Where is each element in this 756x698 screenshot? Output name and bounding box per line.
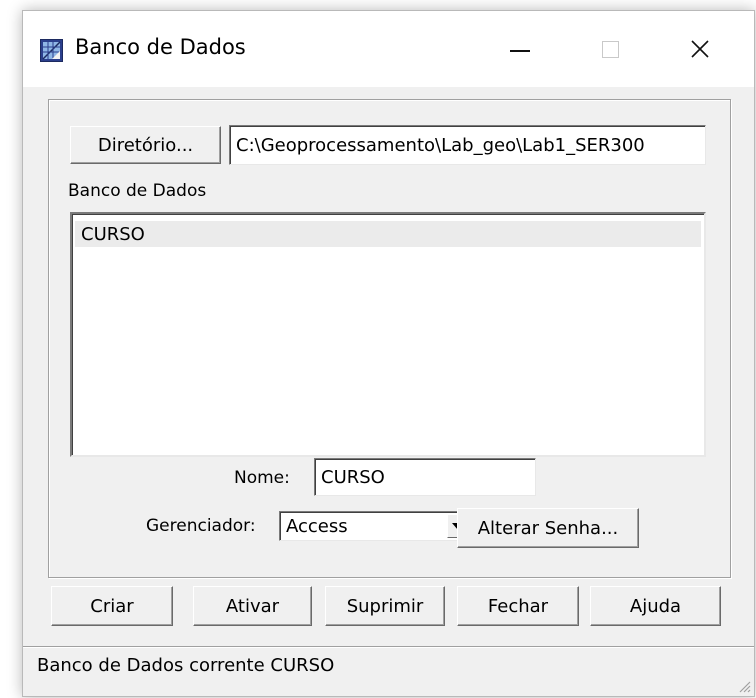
status-text: Banco de Dados corrente CURSO [37, 655, 335, 676]
maximize-icon [601, 40, 619, 58]
resize-grip-icon[interactable] [737, 679, 751, 693]
manager-label: Gerenciador: [146, 516, 256, 536]
manager-select[interactable]: Access [279, 511, 472, 541]
close-dialog-button[interactable]: Fechar [457, 586, 579, 626]
name-input[interactable]: CURSO [314, 458, 536, 496]
database-grid-icon [40, 39, 63, 62]
name-label: Nome: [234, 468, 290, 488]
window-title: Banco de Dados [75, 35, 246, 59]
directory-path-field[interactable]: C:\Geoprocessamento\Lab_geo\Lab1_SER300 [229, 125, 706, 165]
title-bar[interactable]: Banco de Dados [23, 11, 754, 87]
close-button[interactable] [655, 11, 745, 87]
activate-button[interactable]: Ativar [193, 586, 312, 626]
manager-selected-value: Access [286, 515, 348, 537]
directory-button[interactable]: Diretório... [70, 126, 221, 164]
database-list-label: Banco de Dados [68, 181, 207, 201]
status-separator [23, 646, 754, 648]
database-dialog: Banco de Dados Diretório... C:\Geoproces… [22, 10, 755, 697]
database-listbox[interactable]: CURSO [70, 212, 706, 457]
minimize-icon [510, 50, 530, 52]
delete-button[interactable]: Suprimir [325, 586, 445, 626]
minimize-button[interactable] [475, 11, 565, 87]
change-password-button[interactable]: Alterar Senha... [457, 508, 639, 548]
list-item[interactable]: CURSO [75, 221, 701, 247]
create-button[interactable]: Criar [51, 586, 173, 626]
maximize-button[interactable] [565, 11, 655, 87]
help-button[interactable]: Ajuda [590, 586, 721, 626]
close-icon [691, 40, 709, 58]
